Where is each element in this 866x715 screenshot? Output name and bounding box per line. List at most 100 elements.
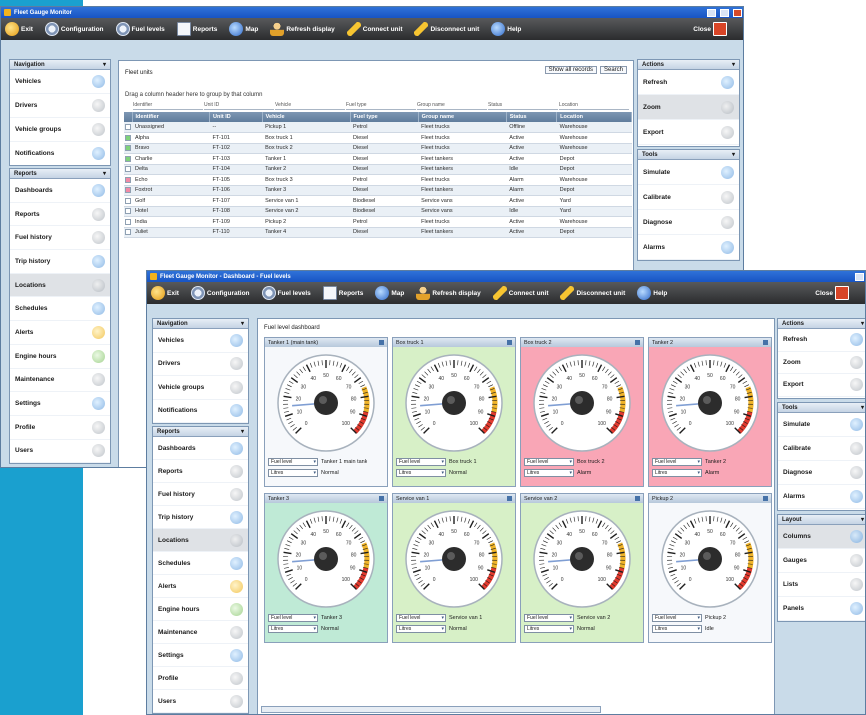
- panel-header[interactable]: Actions ▾: [638, 60, 739, 70]
- panel-item-alerts[interactable]: Alerts: [10, 321, 110, 345]
- minimize-button[interactable]: [855, 272, 864, 281]
- measure-select[interactable]: Fuel level: [524, 614, 574, 622]
- table-row[interactable]: Echo FT-105 Box truck 3 Petrol Fleet trucks A…: [124, 174, 632, 186]
- close-app-button[interactable]: Close: [815, 286, 849, 300]
- toolbar-button-reports[interactable]: Reports: [322, 286, 363, 300]
- table-row[interactable]: Hotel FT-108 Service van 2 Biodiesel Service…: [124, 206, 632, 217]
- unit-select[interactable]: Litres: [524, 469, 574, 477]
- measure-select[interactable]: Fuel level: [396, 458, 446, 466]
- panel-header[interactable]: Layout ▾: [778, 515, 865, 525]
- panel-header[interactable]: Tools ▾: [638, 150, 739, 160]
- toolbar-button-exit[interactable]: Exit: [151, 286, 179, 300]
- table-row[interactable]: Golf FT-107 Service van 1 Biodiesel Service …: [124, 195, 632, 207]
- unit-select[interactable]: Litres: [396, 469, 446, 477]
- measure-select[interactable]: Fuel level: [396, 614, 446, 622]
- column-header-7[interactable]: Location: [556, 112, 632, 122]
- panel-item-users[interactable]: Users: [153, 690, 248, 713]
- unit-select[interactable]: Litres: [524, 625, 574, 633]
- toolbar-button-fuel-levels[interactable]: Fuel levels: [115, 22, 165, 36]
- gauge-menu-icon[interactable]: [763, 496, 768, 501]
- toolbar-button-refresh-display[interactable]: Refresh display: [270, 22, 335, 36]
- panel-item-export[interactable]: Export: [778, 374, 865, 397]
- column-filter[interactable]: Status: [488, 102, 558, 110]
- column-filter[interactable]: Identifier: [133, 102, 203, 110]
- column-header-6[interactable]: Status: [506, 112, 558, 122]
- column-header-2[interactable]: Unit ID: [209, 112, 263, 122]
- toolbar-button-disconnect-unit[interactable]: Disconnect unit: [414, 22, 479, 36]
- panel-item-settings[interactable]: Settings: [10, 392, 110, 416]
- horizontal-scrollbar[interactable]: [261, 706, 601, 713]
- panel-item-locations[interactable]: Locations: [10, 273, 110, 298]
- toolbar-button-exit[interactable]: Exit: [5, 22, 33, 36]
- toolbar-button-help[interactable]: Help: [637, 286, 667, 300]
- panel-item-maintenance[interactable]: Maintenance: [153, 621, 248, 644]
- toolbar-button-map[interactable]: Map: [229, 22, 258, 36]
- toolbar-button-disconnect-unit[interactable]: Disconnect unit: [560, 286, 625, 300]
- measure-select[interactable]: Fuel level: [524, 458, 574, 466]
- panel-item-export[interactable]: Export: [638, 120, 739, 145]
- toolbar-button-configuration[interactable]: Configuration: [190, 286, 250, 300]
- panel-item-calibrate[interactable]: Calibrate: [638, 185, 739, 210]
- column-filter[interactable]: Fuel type: [346, 102, 416, 110]
- unit-select[interactable]: Litres: [396, 625, 446, 633]
- toolbar-button-map[interactable]: Map: [375, 286, 404, 300]
- panel-item-locations[interactable]: Locations: [153, 529, 248, 552]
- toolbar-button-reports[interactable]: Reports: [176, 22, 217, 36]
- column-filter[interactable]: Group name: [417, 102, 487, 110]
- panel-header[interactable]: Navigation ▾: [153, 319, 248, 329]
- panel-item-engine-hours[interactable]: Engine hours: [153, 598, 248, 621]
- panel-item-alarms[interactable]: Alarms: [638, 235, 739, 260]
- panel-item-settings[interactable]: Settings: [153, 644, 248, 667]
- panel-item-refresh[interactable]: Refresh: [778, 329, 865, 352]
- panel-item-alerts[interactable]: Alerts: [153, 575, 248, 598]
- panel-item-drivers[interactable]: Drivers: [10, 94, 110, 118]
- unit-select[interactable]: Litres: [652, 625, 702, 633]
- measure-select[interactable]: Fuel level: [268, 614, 318, 622]
- panel-item-trip-history[interactable]: Trip history: [153, 506, 248, 529]
- panel-item-zoom[interactable]: Zoom: [778, 352, 865, 374]
- table-row[interactable]: Alpha FT-101 Box truck 1 Diesel Fleet trucks…: [124, 132, 632, 144]
- gauge-menu-icon[interactable]: [763, 340, 768, 345]
- unit-select[interactable]: Litres: [652, 469, 702, 477]
- panel-item-reports[interactable]: Reports: [10, 203, 110, 227]
- panel-header[interactable]: Navigation ▾: [10, 60, 110, 70]
- window-close-button[interactable]: [733, 8, 742, 17]
- gauge-menu-icon[interactable]: [507, 340, 512, 345]
- table-row[interactable]: Foxtrot FT-106 Tanker 3 Diesel Fleet tankers…: [124, 185, 632, 196]
- close-app-button[interactable]: Close: [693, 22, 727, 36]
- table-row[interactable]: Juliet FT-110 Tanker 4 Diesel Fleet tankers A…: [124, 227, 632, 238]
- panel-item-maintenance[interactable]: Maintenance: [10, 369, 110, 393]
- search-button[interactable]: Search: [599, 66, 627, 74]
- filter-select[interactable]: Show all records: [544, 66, 597, 74]
- gauge-menu-icon[interactable]: [635, 496, 640, 501]
- panel-item-columns[interactable]: Columns: [778, 525, 865, 549]
- toolbar-button-configuration[interactable]: Configuration: [44, 22, 104, 36]
- table-row[interactable]: Bravo FT-102 Box truck 2 Diesel Fleet trucks…: [124, 143, 632, 154]
- panel-item-notifications[interactable]: Notifications: [10, 142, 110, 165]
- panel-item-vehicle-groups[interactable]: Vehicle groups: [153, 376, 248, 400]
- panel-item-refresh[interactable]: Refresh: [638, 70, 739, 95]
- maximize-button[interactable]: [720, 8, 729, 17]
- panel-item-drivers[interactable]: Drivers: [153, 353, 248, 376]
- panel-item-reports[interactable]: Reports: [153, 460, 248, 483]
- panel-header[interactable]: Reports ▾: [153, 427, 248, 437]
- panel-item-diagnose[interactable]: Diagnose: [638, 210, 739, 235]
- measure-select[interactable]: Fuel level: [652, 458, 702, 466]
- panel-item-notifications[interactable]: Notifications: [153, 400, 248, 423]
- table-row[interactable]: Unassigned -- Pickup 1 Petrol Fleet trucks Of…: [124, 122, 632, 133]
- panel-item-schedules[interactable]: Schedules: [10, 297, 110, 322]
- panel-item-simulate[interactable]: Simulate: [778, 413, 865, 437]
- toolbar-button-help[interactable]: Help: [491, 22, 521, 36]
- column-filter[interactable]: Location: [559, 102, 629, 110]
- table-row[interactable]: Charlie FT-103 Tanker 1 Diesel Fleet tankers…: [124, 153, 632, 165]
- unit-select[interactable]: Litres: [268, 625, 318, 633]
- panel-item-engine-hours[interactable]: Engine hours: [10, 345, 110, 369]
- column-filter[interactable]: Unit ID: [204, 102, 274, 110]
- panel-item-profile[interactable]: Profile: [10, 416, 110, 440]
- panel-item-lists[interactable]: Lists: [778, 573, 865, 597]
- panel-item-dashboards[interactable]: Dashboards: [153, 437, 248, 460]
- measure-select[interactable]: Fuel level: [652, 614, 702, 622]
- panel-item-profile[interactable]: Profile: [153, 667, 248, 690]
- panel-header[interactable]: Tools ▾: [778, 403, 865, 413]
- toolbar-button-connect-unit[interactable]: Connect unit: [346, 22, 402, 36]
